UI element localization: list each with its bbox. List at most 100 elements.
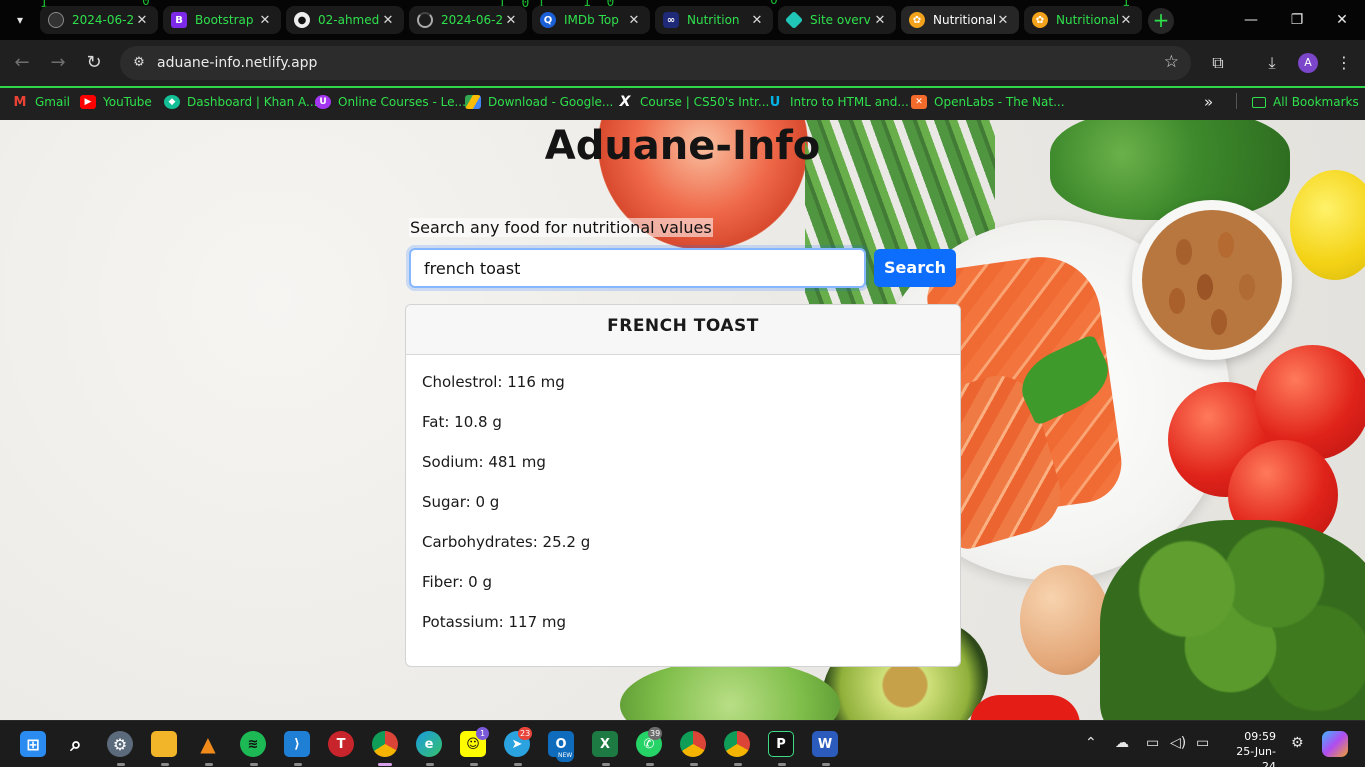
snapchat-badge: 1 bbox=[476, 727, 489, 740]
active-indicator bbox=[378, 763, 392, 766]
tab-search-menu-icon[interactable]: ▾ bbox=[8, 8, 32, 32]
tab-title: 2024-06-2 bbox=[72, 13, 134, 27]
youtube-icon: ▶ bbox=[80, 95, 96, 109]
close-tab-icon[interactable]: ✕ bbox=[257, 13, 273, 28]
folder-icon bbox=[1252, 96, 1266, 108]
running-indicator bbox=[161, 763, 169, 766]
tab-9[interactable]: ✿ Nutritional ✕ bbox=[1024, 6, 1142, 34]
google-drive-icon bbox=[465, 95, 481, 109]
tab-title: 02-ahmed bbox=[318, 13, 380, 27]
minimize-button[interactable]: — bbox=[1228, 0, 1274, 40]
github-icon: ● bbox=[294, 12, 310, 28]
system-clock[interactable]: 09:59 25-Jun-24 bbox=[1226, 729, 1276, 767]
close-tab-icon[interactable]: ✕ bbox=[1118, 13, 1134, 28]
nutrient-fat: Fat: 10.8 g bbox=[422, 413, 502, 431]
bookmark-label: YouTube bbox=[103, 95, 152, 109]
close-tab-icon[interactable]: ✕ bbox=[380, 13, 396, 28]
bookmark-udemy[interactable]: U Online Courses - Le... bbox=[315, 93, 466, 111]
extensions-icon[interactable]: ⧉ bbox=[1206, 51, 1230, 75]
browser-toolbar: ← → ↻ ⚙ aduane-info.netlify.app ☆ ⧉ ⤓ A … bbox=[0, 40, 1365, 86]
settings-icon[interactable]: ⚙ bbox=[107, 731, 133, 757]
q-logo-icon: Q bbox=[540, 12, 556, 28]
bookmark-label: Download - Google... bbox=[488, 95, 614, 109]
loading-icon bbox=[417, 12, 433, 28]
tab-4[interactable]: 2024-06-2 ✕ bbox=[409, 6, 527, 34]
battery-icon[interactable]: ▭ bbox=[1196, 735, 1209, 751]
close-window-button[interactable]: ✕ bbox=[1319, 0, 1365, 40]
onedrive-icon[interactable]: ☁ bbox=[1115, 735, 1129, 751]
udacity-icon: U bbox=[769, 94, 781, 110]
chrome-profile-icon[interactable] bbox=[680, 731, 706, 757]
tab-8-active[interactable]: ✿ Nutritional ✕ bbox=[901, 6, 1019, 34]
bookmark-khan-academy[interactable]: ◆ Dashboard | Khan A... bbox=[164, 93, 317, 111]
bookmark-youtube[interactable]: ▶ YouTube bbox=[80, 93, 152, 111]
vscode-icon[interactable]: ⟩ bbox=[284, 731, 310, 757]
bookmark-udacity[interactable]: U Intro to HTML and... bbox=[767, 93, 909, 111]
url-text[interactable]: aduane-info.netlify.app bbox=[157, 46, 317, 80]
running-indicator bbox=[470, 763, 478, 766]
bookmarks-bar: M Gmail ▶ YouTube ◆ Dashboard | Khan A..… bbox=[0, 86, 1365, 120]
running-indicator bbox=[426, 763, 434, 766]
close-tab-icon[interactable]: ✕ bbox=[134, 13, 150, 28]
close-tab-icon[interactable]: ✕ bbox=[872, 13, 888, 28]
forward-icon[interactable]: → bbox=[46, 51, 70, 75]
download-icon[interactable]: ⤓ bbox=[1260, 51, 1284, 75]
search-button[interactable]: Search bbox=[874, 249, 956, 287]
tab-1[interactable]: 2024-06-2 ✕ bbox=[40, 6, 158, 34]
bookmark-openlabs[interactable]: ✕ OpenLabs - The Nat... bbox=[911, 93, 1065, 111]
nutrient-potassium: Potassium: 117 mg bbox=[422, 613, 567, 631]
tab-2[interactable]: B Bootstrap ✕ bbox=[163, 6, 281, 34]
app-title: Aduane-Info bbox=[544, 123, 821, 169]
tab-3[interactable]: ● 02-ahmed ✕ bbox=[286, 6, 404, 34]
network-icon[interactable]: ▭ bbox=[1146, 735, 1159, 751]
reload-icon[interactable]: ↻ bbox=[82, 51, 106, 75]
bookmark-cs50[interactable]: X Course | CS50's Intr... bbox=[617, 93, 770, 111]
word-icon[interactable]: W bbox=[812, 731, 838, 757]
spotify-icon[interactable]: ≋ bbox=[240, 731, 266, 757]
tab-7[interactable]: Site overv ✕ bbox=[778, 6, 896, 34]
bookmark-google-drive[interactable]: Download - Google... bbox=[465, 93, 613, 111]
tab-6[interactable]: ∞ Nutrition ✕ bbox=[655, 6, 773, 34]
bookmark-label: Intro to HTML and... bbox=[790, 95, 909, 109]
chrome-icon[interactable] bbox=[372, 731, 398, 757]
running-indicator bbox=[250, 763, 258, 766]
pycharm-icon[interactable]: P bbox=[768, 731, 794, 757]
tab-strip: 1 0 1 0 1 1 0 0 1 ▾ 2024-06-2 ✕ B Bootst… bbox=[0, 0, 1365, 40]
bookmark-label: Gmail bbox=[35, 95, 71, 109]
tab-5[interactable]: Q IMDb Top ✕ bbox=[532, 6, 650, 34]
gmail-icon: M bbox=[13, 94, 27, 110]
food-search-input[interactable] bbox=[409, 248, 866, 288]
menu-kebab-icon[interactable]: ⋮ bbox=[1332, 51, 1356, 75]
vlc-icon[interactable]: ▲ bbox=[195, 731, 221, 757]
whatsapp-badge: 39 bbox=[648, 727, 663, 740]
t-app-icon[interactable]: T bbox=[328, 731, 354, 757]
close-tab-icon[interactable]: ✕ bbox=[749, 13, 765, 28]
search-icon[interactable]: ⌕ bbox=[63, 731, 89, 757]
nutrition-result-card: FRENCH TOAST Cholestrol: 116 mg Fat: 10.… bbox=[405, 304, 961, 667]
notification-icon[interactable]: ⚙ bbox=[1291, 735, 1304, 751]
maximize-button[interactable]: ❐ bbox=[1274, 0, 1320, 40]
address-bar[interactable]: ⚙ aduane-info.netlify.app ☆ bbox=[120, 46, 1191, 80]
tray-chevron-icon[interactable]: ⌃ bbox=[1085, 735, 1097, 751]
bookmarks-overflow-button[interactable]: » bbox=[1204, 93, 1213, 111]
nutrient-sodium: Sodium: 481 mg bbox=[422, 453, 546, 471]
nutrient-cholesterol: Cholestrol: 116 mg bbox=[422, 373, 565, 391]
back-icon[interactable]: ← bbox=[10, 51, 34, 75]
file-explorer-icon[interactable] bbox=[151, 731, 177, 757]
bookmark-gmail[interactable]: M Gmail bbox=[12, 93, 70, 111]
excel-icon[interactable]: X bbox=[592, 731, 618, 757]
copilot-icon[interactable] bbox=[1322, 731, 1348, 757]
close-tab-icon[interactable]: ✕ bbox=[626, 13, 642, 28]
close-tab-icon[interactable]: ✕ bbox=[503, 13, 519, 28]
new-tab-button[interactable]: + bbox=[1148, 8, 1174, 34]
start-icon[interactable]: ⊞ bbox=[20, 731, 46, 757]
volume-icon[interactable]: ◁) bbox=[1170, 735, 1186, 751]
all-bookmarks-button[interactable]: All Bookmarks bbox=[1252, 93, 1359, 111]
profile-avatar[interactable]: A bbox=[1298, 53, 1318, 73]
site-info-icon[interactable]: ⚙ bbox=[130, 54, 148, 72]
close-tab-icon[interactable]: ✕ bbox=[995, 13, 1011, 28]
bookmark-star-icon[interactable]: ☆ bbox=[1164, 52, 1179, 72]
chrome-profile2-icon[interactable] bbox=[724, 731, 750, 757]
edge-icon[interactable]: e bbox=[416, 731, 442, 757]
running-indicator bbox=[117, 763, 125, 766]
